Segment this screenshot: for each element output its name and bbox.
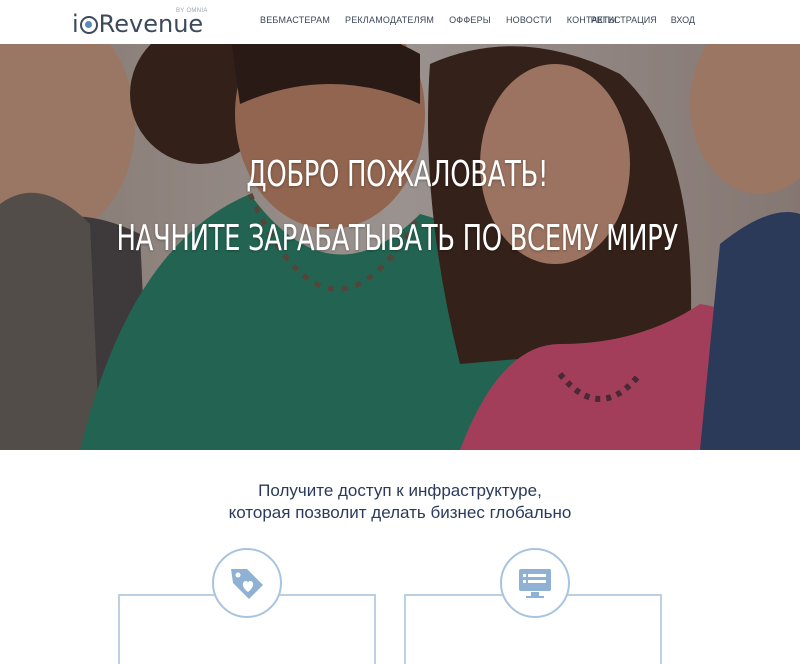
- site-header: i Revenue BY OMNIA ВЕБМАСТЕРАМ РЕКЛАМОДА…: [0, 0, 800, 44]
- hero-title: ДОБРО ПОЖАЛОВАТЬ!: [246, 154, 548, 195]
- feature-icon-circle-2: [500, 548, 570, 618]
- logo-wordmark: Revenue: [98, 10, 204, 38]
- nav-news[interactable]: НОВОСТИ: [506, 15, 552, 25]
- hero-banner: ДОБРО ПОЖАЛОВАТЬ! НАЧНИТЕ ЗАРАБАТЫВАТЬ П…: [0, 44, 800, 450]
- logo[interactable]: i Revenue BY OMNIA: [72, 6, 207, 38]
- hero-subtitle: НАЧНИТЕ ЗАРАБАТЫВАТЬ ПО ВСЕМУ МИРУ: [116, 218, 679, 259]
- account-nav: РЕГИСТРАЦИЯ ВХОД: [577, 15, 695, 25]
- logo-letter: i: [72, 10, 79, 38]
- logo-tagline: BY OMNIA: [176, 8, 208, 14]
- login-link[interactable]: ВХОД: [671, 15, 695, 25]
- monitor-list-icon: [519, 569, 551, 598]
- nav-offers[interactable]: ОФФЕРЫ: [449, 15, 491, 25]
- nav-advertisers[interactable]: РЕКЛАМОДАТЕЛЯМ: [345, 15, 434, 25]
- intro-text: Получите доступ к инфраструктуре, котора…: [0, 480, 800, 524]
- nav-webmasters[interactable]: ВЕБМАСТЕРАМ: [260, 15, 330, 25]
- feature-icon-circle-1: [212, 548, 282, 618]
- tag-heart-icon: [231, 569, 263, 599]
- intro-line-1: Получите доступ к инфраструктуре,: [258, 481, 542, 500]
- logo-at-icon: [79, 16, 98, 34]
- intro-line-2: которая позволит делать бизнес глобально: [228, 503, 572, 522]
- register-link[interactable]: РЕГИСТРАЦИЯ: [591, 15, 657, 25]
